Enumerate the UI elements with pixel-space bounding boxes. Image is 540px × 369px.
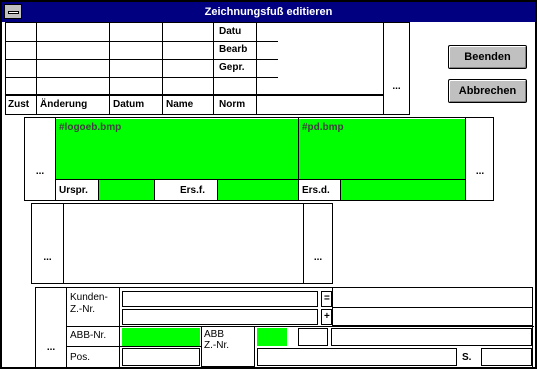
title-block-browse-button[interactable]: ... [36,342,66,353]
sheet-field-2[interactable] [481,348,532,366]
eq-sign: = [321,291,332,307]
plus-sign: + [321,309,332,325]
customer-number-field-1[interactable] [122,291,318,307]
side-label-gepr: Gepr. [219,62,245,73]
side-label-datum: Datu [219,26,242,37]
title-bar: Zeichnungsfuß editieren [2,2,535,22]
pos-field[interactable] [122,348,200,366]
logo-right-browse-button[interactable]: ... [466,166,494,177]
urspr-field[interactable] [99,180,154,200]
text-panel: ... ... [31,203,333,284]
sheet-label: S. [462,352,472,363]
side-label-bearb: Bearb [219,44,248,55]
logo-right-image-name: #pd.bmp [302,122,344,133]
abb-znr-field[interactable] [257,328,287,346]
label-ers-d: Ers.d. [302,185,330,196]
revision-more-button[interactable]: ... [384,81,409,92]
logo-panel: ... #logoeb.bmp #pd.bmp ... Urspr. Ers.f… [24,117,494,201]
close-button[interactable]: Beenden [448,45,527,69]
ers-d-field[interactable] [341,180,465,200]
cancel-button[interactable]: Abbrechen [448,79,527,103]
title-block-panel: ... Kunden- Z.-Nr. = + ABB-Nr. ABB Z.-Nr. … [35,287,534,368]
pos-label: Pos. [70,352,91,363]
text-left-browse-button[interactable]: ... [32,252,63,263]
customer-number-field-2[interactable] [122,309,318,325]
header-zust: Zust [8,99,30,110]
abb-znr-field-3[interactable] [331,328,532,346]
header-aenderung: Änderung [40,99,88,110]
revision-table: Datu Bearb Gepr. Zust Änderung Datum Nam… [5,22,410,115]
abb-znr-label-box: ABB Z.-Nr. [201,326,255,367]
header-name: Name [166,99,194,110]
abb-znr-label: ABB Z.-Nr. [204,329,229,351]
abb-nr-field[interactable] [122,328,200,346]
window-title: Zeichnungsfuß editieren [204,6,333,18]
customer-number-label: Kunden- Z.-Nr. [70,292,108,315]
logo-left-image-name: #logoeb.bmp [59,122,122,133]
system-menu-icon[interactable] [4,4,22,19]
text-right-browse-button[interactable]: ... [304,252,332,263]
label-urspr: Urspr. [59,185,88,196]
header-norm: Norm [219,99,246,110]
logo-left-browse-button[interactable]: ... [25,166,55,177]
dialog-window: Zeichnungsfuß editieren Datu Bearb Gepr.… [0,0,537,369]
header-datum: Datum [113,99,145,110]
sheet-field-1[interactable] [257,348,457,366]
abb-nr-label: ABB-Nr. [70,330,107,341]
label-ers-f: Ers.f. [180,185,206,196]
abb-znr-field-2[interactable] [298,328,328,346]
ers-f-field[interactable] [218,180,298,200]
